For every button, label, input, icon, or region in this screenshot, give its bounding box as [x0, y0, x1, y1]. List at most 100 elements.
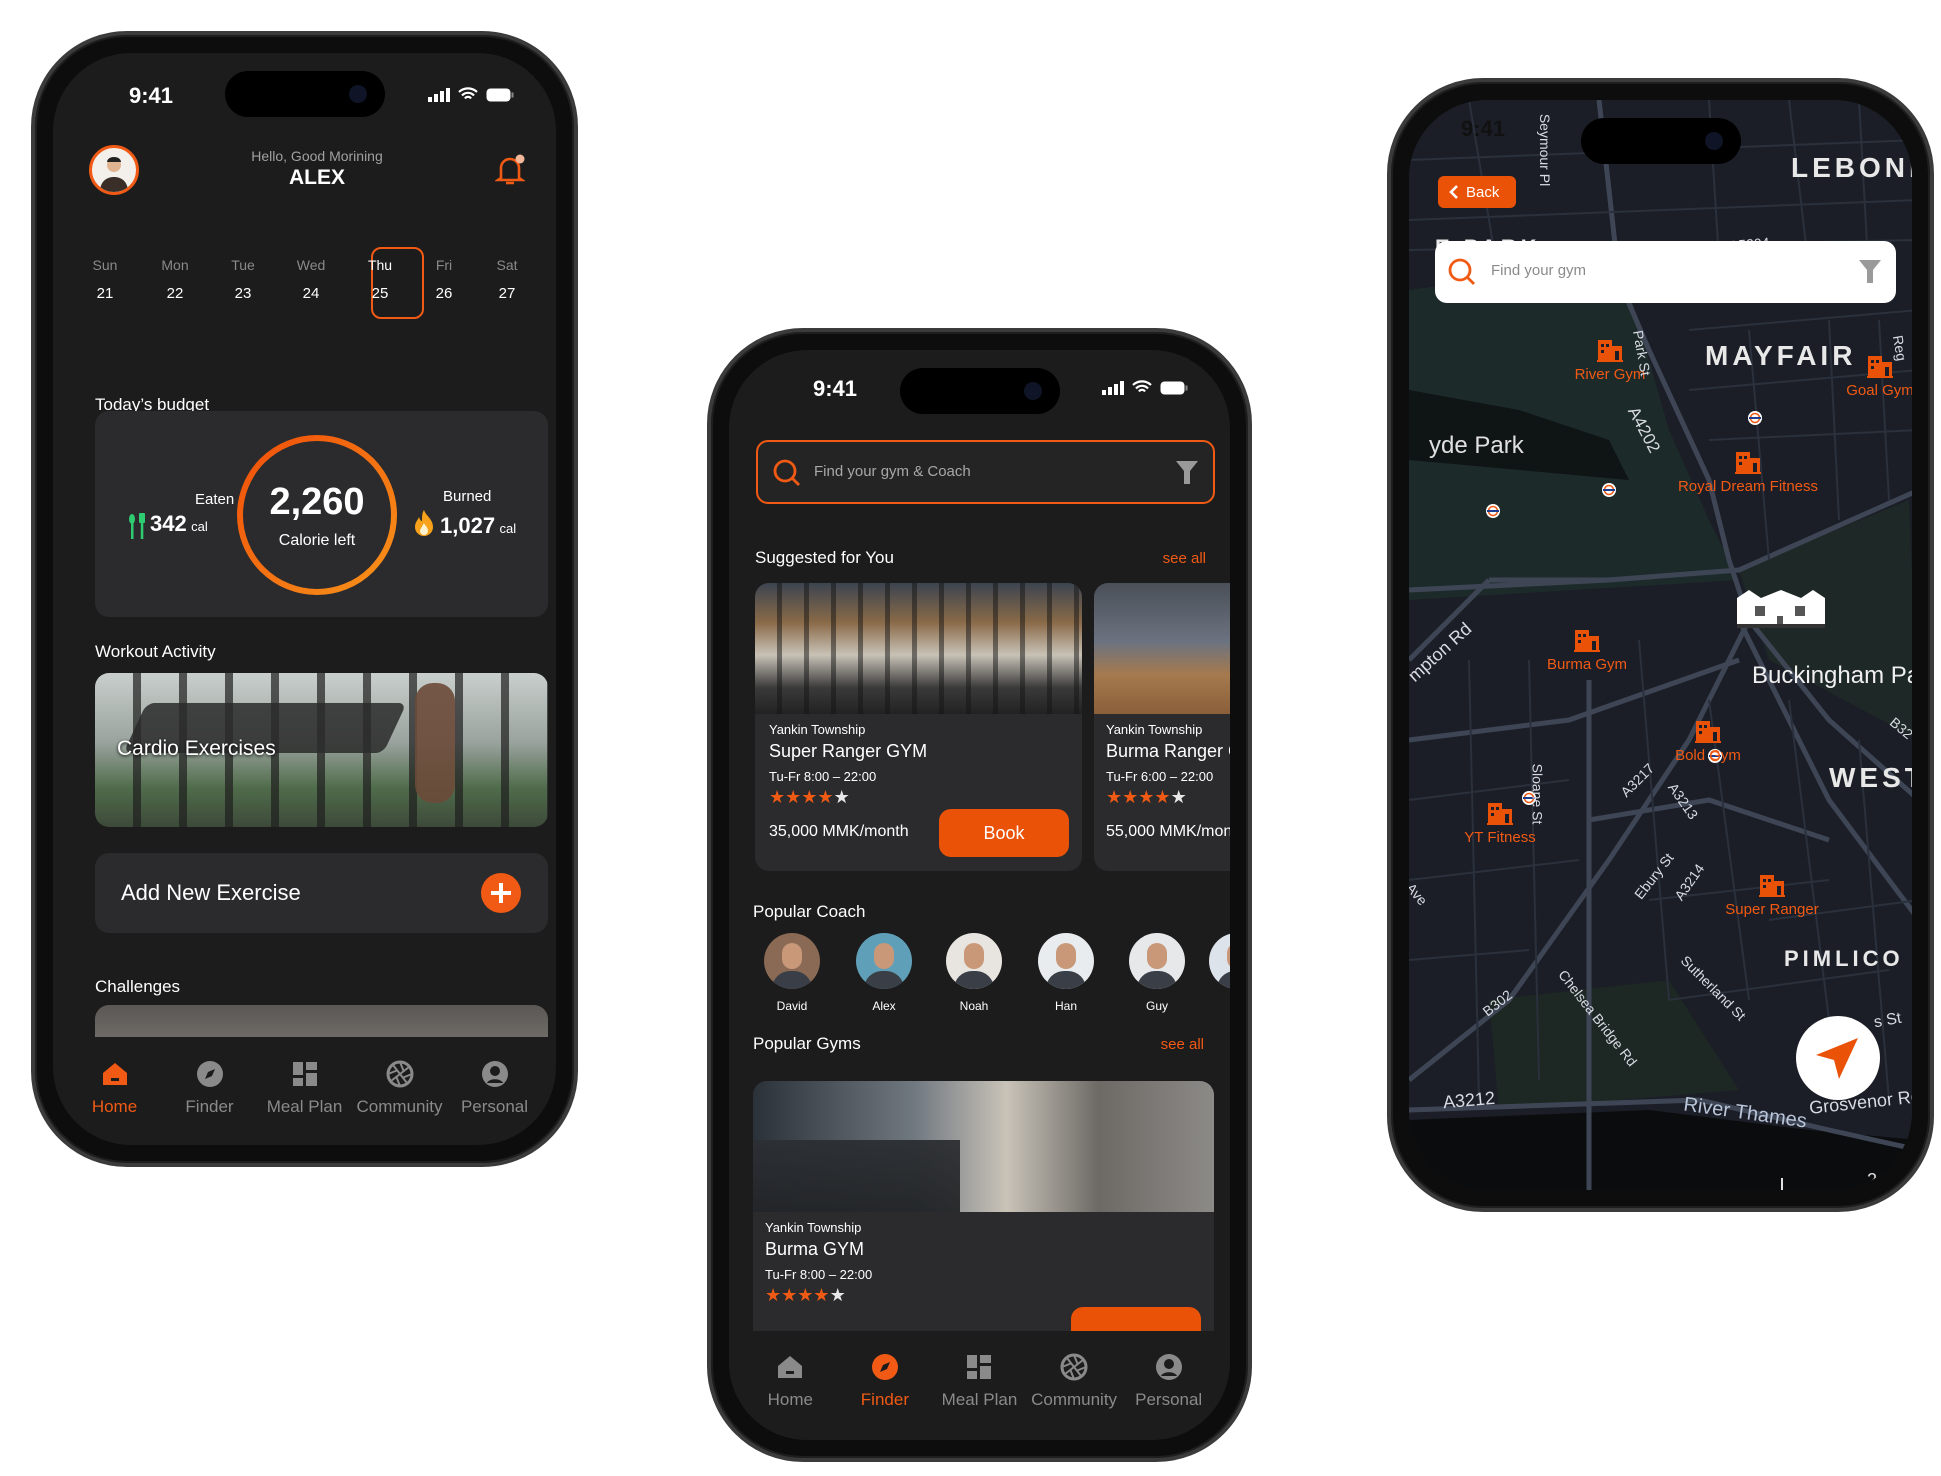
challenges-title: Challenges — [95, 977, 181, 996]
tab-label: Home — [767, 1390, 813, 1409]
aperture-icon — [386, 1060, 413, 1088]
map-search-bar[interactable]: Find your gym — [1435, 241, 1896, 303]
greeting-text: Hello, Good Morining — [251, 148, 383, 164]
wifi-icon — [458, 87, 478, 100]
bottom-tab-bar: Home Finder Meal Plan Community Personal — [729, 1352, 1230, 1410]
tab-meal-plan[interactable]: Meal Plan — [933, 1352, 1025, 1410]
gym-map-label[interactable]: Goal Gym — [1846, 382, 1912, 399]
day-date: 22 — [166, 285, 184, 302]
user-icon — [1155, 1354, 1182, 1380]
district-label: PIMLICO — [1784, 946, 1904, 971]
gym-map-label[interactable]: River Gym — [1575, 366, 1646, 383]
gym-rating-stars: ★★★★★ — [765, 1285, 846, 1306]
gym-photo — [1094, 583, 1230, 714]
phone-home: 9:41 Hello, Good Morining ALEX Sun 21 Mon 2… — [31, 31, 578, 1167]
avatar[interactable] — [89, 145, 139, 195]
day-name: Mon — [161, 257, 189, 273]
coach-avatar — [1129, 933, 1185, 989]
star-filled-icon: ★ — [781, 1285, 798, 1305]
filter-icon[interactable] — [1858, 258, 1882, 284]
coach-item[interactable]: Alex — [856, 933, 912, 1013]
coach-name: Han — [1054, 999, 1077, 1013]
gym-building-icon[interactable] — [1695, 719, 1721, 743]
gym-map-label[interactable]: Royal Dream Fitness — [1678, 478, 1818, 495]
tab-home[interactable]: Home — [744, 1352, 836, 1410]
tab-finder[interactable]: Finder — [164, 1059, 256, 1117]
runner-shape — [415, 683, 455, 803]
gym-rating-stars: ★★★★★ — [769, 787, 850, 808]
phone-map: River Gym Goal Gym Royal Dream Fitness Burm… — [1387, 78, 1934, 1212]
gym-map-label[interactable]: Bold Gym — [1675, 747, 1741, 764]
wifi-icon — [1132, 380, 1152, 393]
book-button[interactable]: Book — [939, 809, 1069, 857]
star-filled-icon: ★ — [801, 787, 818, 807]
tab-personal[interactable]: Personal — [449, 1059, 541, 1117]
calories-left-value: 2,260 — [269, 481, 365, 523]
tab-personal[interactable]: Personal — [1123, 1352, 1215, 1410]
gym-map-label[interactable]: YT Fitness — [1464, 829, 1535, 846]
add-new-exercise-card[interactable]: Add New Exercise — [95, 853, 548, 933]
compass-icon — [871, 1354, 898, 1380]
back-button[interactable]: Back — [1438, 176, 1516, 208]
coach-item[interactable]: Guy — [1129, 933, 1185, 1013]
day-fri[interactable]: Fri 26 — [436, 257, 453, 302]
tab-home[interactable]: Home — [69, 1059, 161, 1117]
day-date: 21 — [96, 285, 114, 302]
coach-avatar — [1038, 933, 1094, 989]
tab-label: Finder — [860, 1390, 909, 1409]
flame-icon — [415, 510, 433, 536]
day-thu[interactable]: Thu 25 — [368, 257, 392, 302]
day-wed[interactable]: Wed 24 — [297, 257, 326, 302]
notification-bell-icon[interactable] — [493, 153, 527, 192]
coach-name: Noah — [959, 999, 989, 1013]
dynamic-island — [899, 368, 1060, 414]
day-sat[interactable]: Sat 27 — [496, 257, 517, 302]
gym-map-label[interactable]: Burma Gym — [1547, 656, 1627, 673]
tab-meal-plan[interactable]: Meal Plan — [259, 1059, 351, 1117]
my-location-button[interactable] — [1796, 1016, 1880, 1100]
gym-building-icon[interactable] — [1487, 801, 1513, 825]
suggested-title: Suggested for You — [755, 548, 894, 567]
grid-icon — [967, 1355, 992, 1379]
gym-location: Yankin Township — [765, 1220, 862, 1235]
cardio-exercises-label: Cardio Exercises — [117, 737, 276, 760]
status-time: 9:41 — [1461, 116, 1506, 141]
coach-item[interactable]: David — [764, 933, 820, 1013]
day-name: Wed — [296, 257, 326, 273]
popular-gym-card-burma[interactable]: Yankin Township Burma GYM Tu-Fr 8:00 – 2… — [753, 1081, 1214, 1351]
gym-price: 55,000 MMK/month — [1106, 823, 1230, 840]
gym-card-super-ranger[interactable]: Yankin Township Super Ranger GYM Tu-Fr 8… — [755, 583, 1082, 871]
tab-label: Personal — [460, 1097, 529, 1116]
gym-rating-stars: ★★★★★ — [1106, 787, 1187, 808]
tab-community[interactable]: Community — [354, 1059, 446, 1117]
eaten-value: 342 cal — [150, 511, 208, 537]
coach-item[interactable]: Han — [1038, 933, 1094, 1013]
coach-item[interactable]: Noah — [946, 933, 1002, 1013]
filter-icon[interactable] — [1175, 459, 1199, 485]
tab-label: Meal Plan — [266, 1097, 343, 1116]
gym-building-icon[interactable] — [1597, 338, 1623, 362]
suggested-see-all-link[interactable]: see all — [1163, 550, 1206, 567]
day-mon[interactable]: Mon 22 — [161, 257, 188, 302]
map-scale-tick — [1781, 1178, 1783, 1190]
challenge-card-image[interactable] — [95, 1005, 548, 1037]
search-icon — [773, 459, 800, 486]
day-tue[interactable]: Tue 23 — [231, 257, 255, 302]
gym-building-icon[interactable] — [1759, 873, 1785, 897]
gym-building-icon[interactable] — [1867, 354, 1893, 378]
tab-finder[interactable]: Finder — [839, 1352, 931, 1410]
gym-building-icon[interactable] — [1735, 450, 1761, 474]
coach-item[interactable]: N — [1209, 933, 1230, 1013]
cardio-exercises-card[interactable]: Cardio Exercises — [95, 673, 548, 827]
eaten-label: Eaten — [195, 491, 235, 508]
tab-community[interactable]: Community — [1028, 1352, 1120, 1410]
day-sun[interactable]: Sun 21 — [93, 257, 118, 302]
home-icon — [778, 1356, 803, 1378]
popular-gyms-see-all-link[interactable]: see all — [1161, 1036, 1204, 1053]
gym-building-icon[interactable] — [1574, 628, 1600, 652]
add-exercise-plus-button[interactable] — [481, 873, 521, 913]
search-bar[interactable]: Find your gym & Coach — [756, 440, 1215, 504]
gym-map-label[interactable]: Super Ranger — [1725, 901, 1818, 918]
star-filled-icon: ★ — [785, 787, 802, 807]
gym-card-burma-ranger[interactable]: Yankin Township Burma Ranger GYM Tu-Fr 6… — [1094, 583, 1230, 871]
